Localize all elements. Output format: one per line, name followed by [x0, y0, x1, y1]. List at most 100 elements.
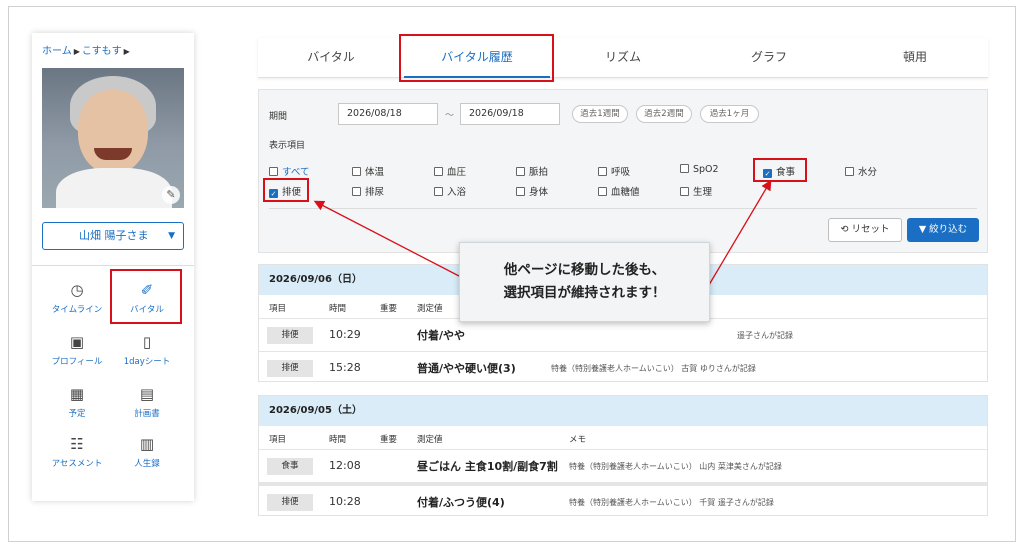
nav-timeline-label: タイムライン: [51, 305, 103, 315]
tab-graph[interactable]: グラフ: [696, 38, 842, 78]
checkbox-box: [434, 167, 443, 176]
date-from-input[interactable]: 2026/08/18: [338, 103, 438, 125]
checkbox-urination-label: 排尿: [365, 187, 385, 198]
reset-button[interactable]: ⟲ リセット: [828, 218, 902, 242]
col-important: 重要: [380, 435, 398, 445]
caret-down-icon: ▼: [168, 231, 175, 241]
record-time: 10:28: [329, 495, 361, 508]
tab-rhythm[interactable]: リズム: [550, 38, 696, 78]
meal-checkbox-highlight: [753, 158, 807, 182]
resident-photo: ✎: [42, 68, 184, 208]
chevron-right-icon: ▶: [123, 47, 130, 56]
col-value: 測定値: [417, 435, 443, 445]
checkbox-box: [516, 187, 525, 196]
funnel-icon: ▼: [918, 224, 930, 235]
nav-1day-sheet[interactable]: ▯ 1dayシート: [117, 333, 177, 367]
checkbox-bath[interactable]: 入浴: [434, 184, 466, 198]
checkbox-menstruation[interactable]: 生理: [680, 184, 712, 198]
nav-life-record[interactable]: ▥ 人生録: [117, 435, 177, 469]
checkbox-bath-label: 入浴: [447, 187, 467, 198]
checkbox-box: [845, 167, 854, 176]
book-icon: ▥: [139, 435, 155, 453]
nav-profile[interactable]: ▣ プロフィール: [47, 333, 107, 367]
nav-timeline[interactable]: ◷ タイムライン: [47, 281, 107, 315]
filter-panel: 期間 2026/08/18 ～ 2026/09/18 過去1週間 過去2週間 過…: [258, 89, 988, 253]
id-card-icon: ▣: [69, 333, 85, 351]
tab-vital[interactable]: バイタル: [258, 38, 404, 78]
nav-profile-label: プロフィール: [51, 357, 103, 367]
record-memo: 特養（特別養護老人ホームいこい） 山内 菜津美さんが記録: [569, 462, 782, 471]
col-time: 時間: [329, 304, 347, 314]
checkbox-body-label: 身体: [529, 187, 549, 198]
checkbox-temperature-label: 体温: [365, 167, 385, 178]
checkbox-box: [352, 187, 361, 196]
tab-bar: バイタル バイタル履歴 リズム グラフ 頓用: [258, 38, 988, 78]
checkbox-body[interactable]: 身体: [516, 184, 548, 198]
day-section: 2026/09/05（土） 項目 時間 重要 測定値 メモ 食事 12:08 昼…: [258, 395, 988, 516]
nav-care-plan-label: 計画書: [134, 409, 160, 419]
apply-filter-label: 絞り込む: [929, 224, 968, 235]
checkbox-respiration-label: 呼吸: [611, 167, 631, 178]
resident-name: 山畑 陽子さま: [79, 229, 149, 242]
tab-prn[interactable]: 頓用: [842, 38, 988, 78]
checkbox-blood-pressure[interactable]: 血圧: [434, 164, 466, 178]
range-2-weeks-button[interactable]: 過去2週間: [636, 105, 692, 123]
breadcrumb-home[interactable]: ホーム: [42, 46, 72, 57]
calendar-icon: ▦: [69, 385, 85, 403]
badge-clipboard-icon: ▤: [139, 385, 155, 403]
edit-pencil-icon[interactable]: ✎: [162, 186, 180, 204]
apply-filter-button[interactable]: ▼ 絞り込む: [907, 218, 979, 242]
nav-schedule[interactable]: ▦ 予定: [47, 385, 107, 419]
checkbox-water-label: 水分: [858, 167, 878, 178]
range-1-month-button[interactable]: 過去1ヶ月: [700, 105, 759, 123]
checkbox-pulse[interactable]: 脈拍: [516, 164, 548, 178]
table-row[interactable]: 排便 15:28 普通/やや硬い便(3) 特養（特別養護老人ホームいこい） 古賀…: [259, 352, 987, 385]
checkbox-all[interactable]: すべて: [269, 164, 309, 178]
table-row[interactable]: 食事 12:08 昼ごはん 主食10割/副食7割 特養（特別養護老人ホームいこい…: [259, 450, 987, 483]
checkbox-all-label: すべて: [282, 167, 310, 178]
column-header: 項目 時間 重要 測定値 メモ: [259, 426, 987, 450]
period-label: 期間: [269, 112, 288, 122]
range-separator: ～: [445, 111, 455, 121]
table-row[interactable]: 排便 10:28 付着/ふつう便(4) 特養（特別養護老人ホームいこい） 千賀 …: [259, 483, 987, 516]
checkbox-blood-sugar-label: 血糖値: [611, 187, 640, 198]
checkbox-box: [680, 164, 689, 173]
date-to-input[interactable]: 2026/09/18: [460, 103, 560, 125]
checkbox-menstruation-label: 生理: [693, 187, 713, 198]
record-time: 10:29: [329, 328, 361, 341]
clock-icon: ◷: [70, 281, 84, 299]
checkbox-box: [598, 187, 607, 196]
checkbox-respiration[interactable]: 呼吸: [598, 164, 630, 178]
checkbox-box: [598, 167, 607, 176]
resident-sidebar: ホーム ▶ こすもす ▶ ✎ 山畑 陽子さま ▼ ◷ タイムライン ✐ バイタル ▣ …: [32, 33, 194, 501]
vital-history-tab-highlight: [399, 34, 554, 82]
breadcrumb: ホーム ▶ こすもす ▶: [42, 42, 132, 57]
nav-care-plan[interactable]: ▤ 計画書: [117, 385, 177, 419]
checkbox-box: [269, 167, 278, 176]
range-1-week-button[interactable]: 過去1週間: [572, 105, 628, 123]
item-tag: 排便: [267, 360, 313, 377]
bowel-checkbox-highlight: [263, 178, 309, 202]
col-value: 測定値: [417, 304, 443, 314]
checkbox-temperature[interactable]: 体温: [352, 164, 384, 178]
table-row[interactable]: 排便 10:29 付着/やや 遥子さんが記録: [259, 319, 987, 352]
record-time: 12:08: [329, 459, 361, 472]
callout-line1: 他ページに移動した後も、: [503, 262, 666, 278]
checkbox-blood-pressure-label: 血圧: [447, 167, 467, 178]
item-tag: 排便: [267, 327, 313, 344]
checkbox-spo2[interactable]: SpO2: [680, 164, 719, 175]
record-value: 昼ごはん 主食10割/副食7割: [417, 460, 558, 473]
col-time: 時間: [329, 435, 347, 445]
record-memo: 遥子さんが記録: [737, 331, 793, 340]
checkbox-water[interactable]: 水分: [845, 164, 877, 178]
breadcrumb-current[interactable]: こすもす: [82, 46, 122, 57]
checkbox-box: [680, 187, 689, 196]
checkbox-urination[interactable]: 排尿: [352, 184, 384, 198]
chevron-right-icon: ▶: [73, 47, 80, 56]
nav-1day-sheet-label: 1dayシート: [123, 357, 171, 367]
reset-icon: ⟲: [840, 224, 852, 235]
resident-selector[interactable]: 山畑 陽子さま ▼: [42, 222, 184, 250]
nav-assessment[interactable]: ☷ アセスメント: [47, 435, 107, 469]
checkbox-blood-sugar[interactable]: 血糖値: [598, 184, 640, 198]
day-header: 2026/09/05（土）: [259, 396, 987, 426]
